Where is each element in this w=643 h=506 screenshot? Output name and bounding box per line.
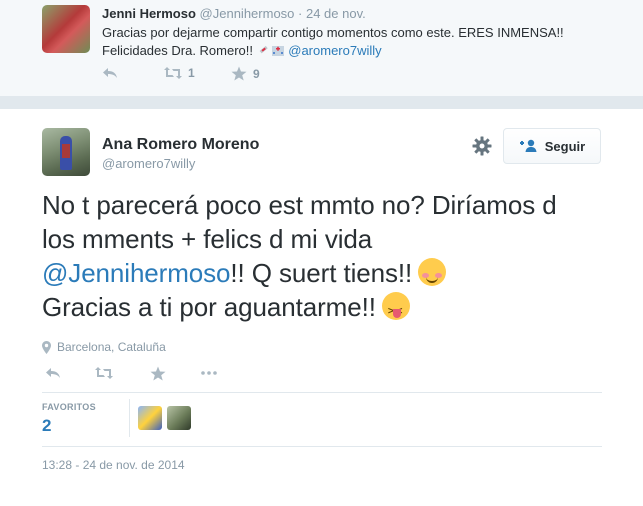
more-button[interactable]: [200, 366, 218, 380]
main-reply-button[interactable]: [45, 366, 61, 380]
retweet-button[interactable]: 1: [164, 66, 195, 80]
avatar-jenni-hermoso[interactable]: [42, 5, 90, 53]
favoriter-avatar[interactable]: [138, 406, 162, 430]
blush-emoji: [418, 258, 447, 286]
previous-tweet-text-line1: Gracias por dejarme compartir contigo mo…: [102, 25, 564, 40]
favorites-label: FAVORITOS: [42, 402, 96, 412]
previous-tweet-text-line2: Felicidades Dra. Romero!! @aromero7willy: [102, 42, 622, 60]
main-tweet-text: No t parecerá poco est mmto no? Diríamos…: [42, 188, 612, 329]
favoriter-avatar[interactable]: [167, 406, 191, 430]
main-favorite-button[interactable]: [150, 366, 166, 381]
retweet-icon: [95, 367, 113, 379]
previous-tweet-handle[interactable]: @Jennihermoso: [200, 6, 295, 21]
reply-icon: [46, 368, 60, 378]
favorites-count: 2: [42, 416, 52, 435]
main-tweet-text-line2: los mments + felics d mi vida: [42, 224, 373, 254]
location-label: Barcelona, Cataluña: [57, 340, 166, 354]
favorite-button[interactable]: 9: [231, 66, 260, 81]
favorite-icon: [150, 366, 166, 381]
main-tweet: Ana Romero Moreno @aromero7willy Seguir …: [0, 108, 643, 506]
syringe-emoji: [257, 43, 271, 58]
main-retweet-button[interactable]: [95, 366, 113, 380]
previous-tweet-author-name[interactable]: Jenni Hermoso: [102, 6, 196, 21]
main-tweet-text-line4-text: Gracias a ti por aguantarme!!: [42, 292, 376, 322]
follow-person-icon: [519, 139, 537, 152]
previous-tweet[interactable]: Jenni Hermoso @Jennihermoso · 24 de nov.…: [0, 0, 643, 97]
favorite-icon: [231, 66, 247, 81]
avatar-figure-stripe: [62, 144, 70, 158]
divider: [42, 446, 602, 447]
main-tweet-handle[interactable]: @aromero7willy: [102, 156, 195, 171]
avatar-ana-romero[interactable]: [42, 128, 90, 176]
location-pin-icon: [42, 340, 51, 354]
mention-link-aromero7willy[interactable]: @aromero7willy: [288, 43, 381, 58]
tweet-timestamp[interactable]: 13:28 - 24 de nov. de 2014: [42, 458, 185, 472]
main-tweet-text-line3-rest: !! Q suert tiens!!: [230, 258, 413, 288]
retweet-icon: [164, 67, 182, 79]
follow-button-label: Seguir: [544, 138, 586, 154]
reply-icon: [103, 68, 117, 78]
retweet-count: 1: [188, 66, 195, 80]
previous-tweet-text-line2-prefix: Felicidades Dra. Romero!!: [102, 43, 257, 58]
divider: [42, 392, 602, 393]
mention-link-jennihermoso[interactable]: @Jennihermoso: [42, 258, 231, 288]
tongue-wink-emoji: [381, 292, 410, 329]
main-tweet-text-line4: Gracias a ti por aguantarme!!: [42, 290, 612, 329]
favorite-count: 9: [253, 66, 260, 81]
previous-tweet-header: Jenni Hermoso @Jennihermoso · 24 de nov.: [102, 6, 366, 21]
gear-icon[interactable]: [471, 135, 493, 157]
previous-tweet-text: Gracias por dejarme compartir contigo mo…: [102, 24, 622, 60]
previous-tweet-time[interactable]: · 24 de nov.: [298, 6, 366, 21]
follow-button[interactable]: Seguir: [503, 128, 601, 164]
tweet-location[interactable]: Barcelona, Cataluña: [42, 340, 166, 354]
main-tweet-text-line3: @Jennihermoso!! Q suert tiens!!: [42, 256, 612, 290]
reply-button[interactable]: [102, 66, 118, 80]
favorites-separator: [129, 399, 130, 437]
hospital-emoji: [271, 43, 285, 58]
more-icon: [201, 371, 217, 375]
main-tweet-text-line1: No t parecerá poco est mmto no? Diríamos…: [42, 190, 557, 220]
favorites-stat[interactable]: FAVORITOS 2: [42, 402, 96, 436]
main-tweet-author-name[interactable]: Ana Romero Moreno: [102, 136, 259, 154]
